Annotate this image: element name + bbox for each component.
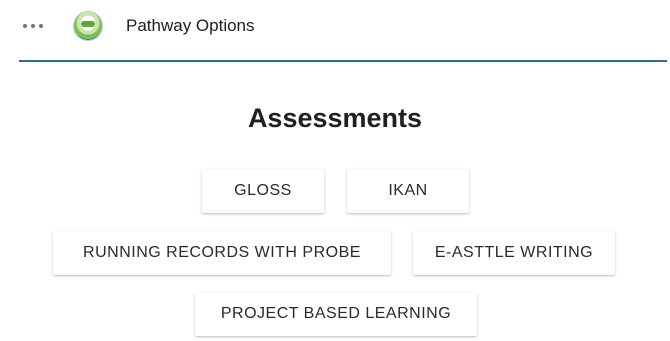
gloss-button[interactable]: GLOSS — [202, 169, 324, 213]
running-records-button[interactable]: RUNNING RECORDS WITH PROBE — [53, 231, 391, 275]
e-asttle-writing-button[interactable]: E-ASTTLE WRITING — [413, 231, 615, 275]
dot — [31, 24, 35, 28]
dot — [39, 24, 43, 28]
top-bar: Pathway Options — [0, 0, 670, 60]
header-divider — [19, 60, 667, 62]
app-logo-icon — [74, 12, 102, 40]
more-options-icon[interactable] — [23, 19, 43, 33]
project-based-learning-button[interactable]: PROJECT BASED LEARNING — [195, 292, 477, 336]
page-title: Pathway Options — [126, 16, 255, 35]
ikan-button[interactable]: IKAN — [347, 169, 469, 213]
section-heading: Assessments — [247, 103, 423, 133]
dot — [23, 24, 27, 28]
